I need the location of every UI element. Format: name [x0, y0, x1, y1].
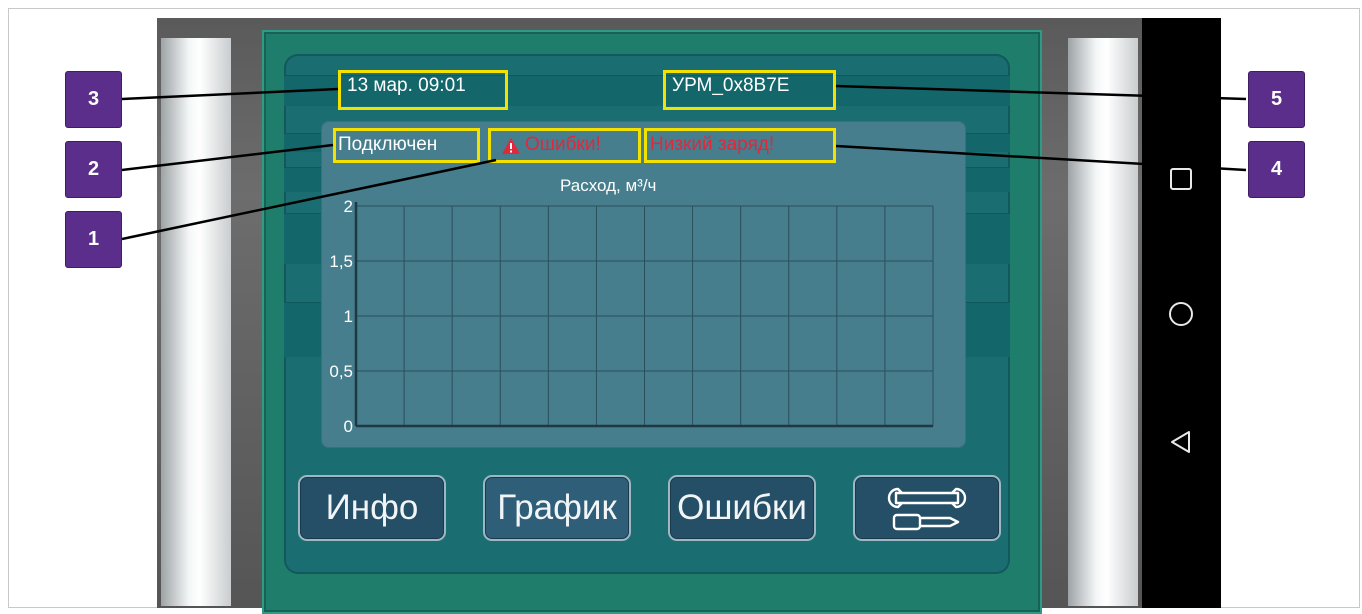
- annotation-label-4: 4: [1248, 141, 1305, 198]
- annotation-label-1: 1: [65, 211, 122, 268]
- annotation-label-5: 5: [1248, 71, 1305, 128]
- annotation-label-3: 3: [65, 71, 122, 128]
- annotation-lines: [121, 84, 1247, 241]
- annotation-label-2: 2: [65, 141, 122, 198]
